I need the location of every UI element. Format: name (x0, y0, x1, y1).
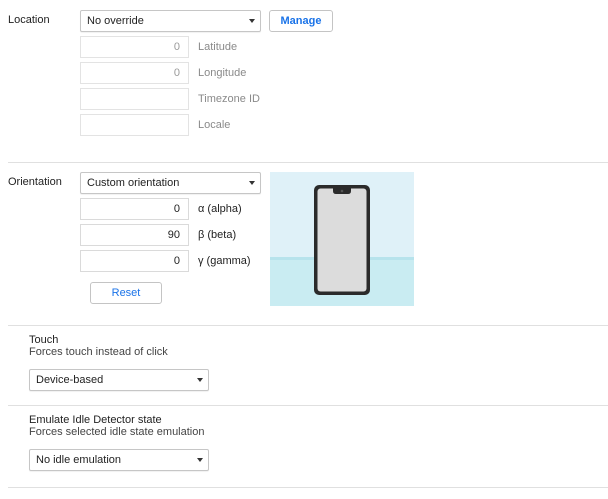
idle-select-value: No idle emulation (36, 454, 121, 466)
idle-title: Emulate Idle Detector state (29, 414, 162, 426)
section-divider (8, 325, 608, 326)
location-label: Location (8, 14, 50, 26)
beta-input[interactable]: 90 (80, 224, 189, 246)
latitude-label: Latitude (198, 41, 238, 53)
location-select[interactable]: No override (80, 10, 261, 32)
locale-label: Locale (198, 119, 231, 131)
orientation-select[interactable]: Custom orientation (80, 172, 261, 194)
section-divider (8, 405, 608, 406)
touch-title: Touch (29, 334, 59, 346)
chevron-down-icon (249, 181, 255, 185)
touch-select[interactable]: Device-based (29, 369, 209, 391)
alpha-label: α (alpha) (198, 203, 242, 215)
alpha-input[interactable]: 0 (80, 198, 189, 220)
phone-icon (314, 185, 370, 295)
idle-description: Forces selected idle state emulation (29, 426, 205, 438)
chevron-down-icon (197, 378, 203, 382)
timezone-label: Timezone ID (198, 93, 260, 105)
location-select-value: No override (87, 15, 144, 27)
longitude-input[interactable]: 0 (80, 62, 189, 84)
longitude-label: Longitude (198, 67, 247, 79)
orientation-label: Orientation (8, 176, 62, 188)
idle-select[interactable]: No idle emulation (29, 449, 209, 471)
section-divider (8, 162, 608, 163)
beta-label: β (beta) (198, 229, 237, 241)
orientation-preview[interactable] (270, 172, 414, 306)
orientation-select-value: Custom orientation (87, 177, 180, 189)
manage-button[interactable]: Manage (269, 10, 333, 32)
section-divider (8, 487, 608, 488)
touch-select-value: Device-based (36, 374, 104, 386)
locale-input[interactable] (80, 114, 189, 136)
touch-description: Forces touch instead of click (29, 346, 168, 358)
latitude-input[interactable]: 0 (80, 36, 189, 58)
gamma-label: γ (gamma) (198, 255, 251, 267)
timezone-input[interactable] (80, 88, 189, 110)
gamma-input[interactable]: 0 (80, 250, 189, 272)
reset-button[interactable]: Reset (90, 282, 162, 304)
chevron-down-icon (249, 19, 255, 23)
chevron-down-icon (197, 458, 203, 462)
